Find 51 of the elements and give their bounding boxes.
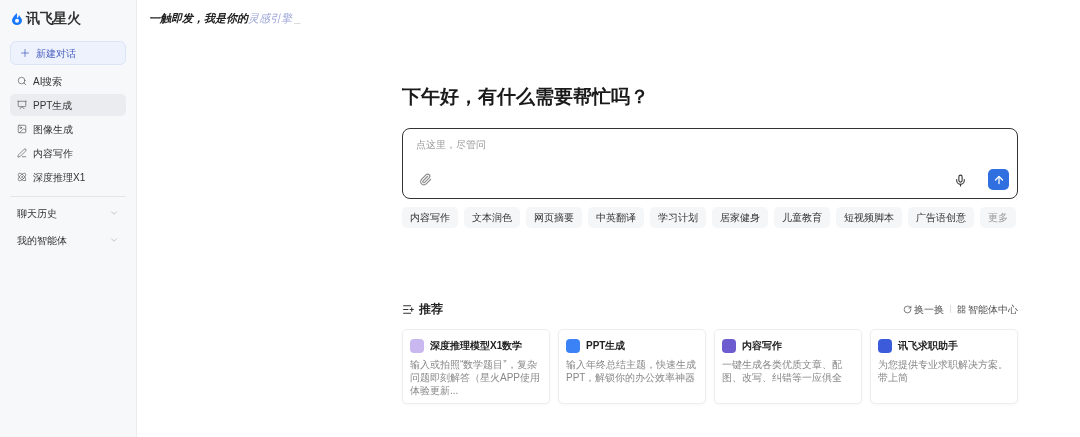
suggestion-chip[interactable]: 内容写作 [402, 207, 458, 228]
new-chat-button[interactable]: 新建对话 [10, 41, 126, 65]
refresh-icon [903, 304, 912, 314]
recommend-card[interactable]: 内容写作 一键生成各类优质文章、配图、改写、纠错等一应俱全 [714, 329, 862, 404]
suggestion-chip[interactable]: 广告语创意 [908, 207, 974, 228]
grid-icon [957, 304, 966, 314]
card-title: 内容写作 [742, 339, 782, 353]
card-title: PPT生成 [586, 339, 626, 353]
sidebar-item[interactable]: PPT生成 [10, 94, 126, 116]
input-field[interactable]: 点这里，尽管问 [416, 137, 816, 152]
recommend-card[interactable]: PPT生成 输入年终总结主题，快速生成 PPT，解锁你的办公效率神器 [558, 329, 706, 404]
sidebar-section[interactable]: 我的智能体 [10, 229, 126, 251]
agent-center-button[interactable]: 智能体中心 [957, 301, 1018, 317]
card-description: 一键生成各类优质文章、配图、改写、纠错等一应俱全 [722, 358, 843, 384]
suggestion-chip[interactable]: 居家健身 [712, 207, 768, 228]
send-button[interactable] [988, 169, 1009, 190]
suggestion-chip[interactable]: 儿童教育 [774, 207, 830, 228]
sidebar-section[interactable]: 聊天历史 [10, 202, 126, 224]
suggestion-chip[interactable]: 学习计划 [650, 207, 706, 228]
recommend-card[interactable]: 深度推理模型X1数学 输入或拍照“数学题目”，复杂问题即刻解答（星火APP使用体验更新... [402, 329, 550, 404]
suggestion-chip[interactable]: 中英翻译 [588, 207, 644, 228]
microphone-icon[interactable] [954, 174, 967, 187]
suggestion-chip[interactable]: 文本润色 [464, 207, 520, 228]
sidebar-item[interactable]: 图像生成 [10, 118, 126, 140]
pen-icon [17, 148, 27, 158]
suggestion-chip[interactable]: 短视频脚本 [836, 207, 902, 228]
search-icon [17, 76, 27, 86]
greeting: 下午好，有什么需要帮忙吗？ [402, 85, 650, 109]
logo-icon [11, 11, 23, 25]
list-icon [402, 302, 415, 316]
suggestion-chip[interactable]: 网页摘要 [526, 207, 582, 228]
card-title: 讯飞求职助手 [898, 339, 958, 353]
paperclip-icon[interactable] [419, 173, 432, 186]
card-description: 输入年终总结主题，快速生成 PPT，解锁你的办公效率神器 [566, 358, 697, 384]
arrow-up-icon [992, 173, 1005, 186]
chat-input[interactable]: 点这里，尽管问 [402, 128, 1018, 199]
card-title: 深度推理模型X1数学 [430, 339, 523, 353]
presentation-icon [17, 100, 27, 110]
plus-icon [19, 47, 31, 59]
section-title: 推荐 [419, 301, 443, 318]
image-icon [17, 124, 27, 134]
sidebar-item[interactable]: AI搜索 [10, 70, 126, 92]
tagline: 一触即发，我是你的灵感引擎 _ [149, 11, 302, 26]
atom-icon [17, 172, 27, 182]
refresh-button[interactable]: 换一换 [903, 301, 944, 317]
sidebar-item[interactable]: 内容写作 [10, 142, 126, 164]
recommend-card[interactable]: 讯飞求职助手 为您提供专业求职解决方案。带上简 [870, 329, 1018, 404]
card-description: 输入或拍照“数学题目”，复杂问题即刻解答（星火APP使用体验更新... [410, 358, 541, 397]
logo-text: 讯飞星火 [26, 8, 81, 28]
sidebar-item[interactable]: 深度推理X1 [10, 166, 126, 188]
card-description: 为您提供专业求职解决方案。带上简 [878, 358, 1009, 384]
